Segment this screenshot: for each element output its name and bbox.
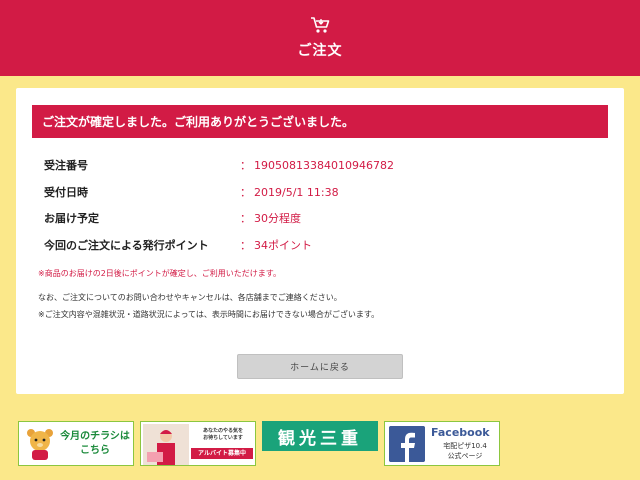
detail-separator: ： [240, 159, 251, 172]
page-title: ご注文 [297, 43, 343, 59]
detail-value: 2019/5/1 11:38 [254, 185, 339, 199]
recruit-label: アルバイト募集中 [191, 448, 253, 459]
detail-label: 今回のご注文による発行ポイント [44, 239, 209, 252]
mascot-icon [27, 429, 53, 460]
cart-icon [311, 17, 330, 33]
facebook-icon [389, 426, 425, 462]
staff-photo [143, 424, 189, 465]
detail-separator: ： [240, 212, 251, 225]
contact-note: なお、ご注文についてのお問い合わせやキャンセルは、各店舗までご連絡ください。 [38, 293, 342, 302]
detail-value: 19050813384010946782 [254, 158, 394, 172]
recruit-tagline: あなたのやる気を お待ちしています [202, 428, 243, 441]
delivery-note: ※ご注文内容や混雑状況・道路状況によっては、表示時間にお届けできない場合がござい… [38, 310, 380, 319]
kanko-text: 観光三重 [278, 428, 362, 449]
recruit-banner[interactable]: あなたのやる気を お待ちしています アルバイト募集中 [140, 421, 256, 466]
detail-value: 30分程度 [254, 212, 301, 225]
detail-label: 受注番号 [44, 159, 88, 172]
facebook-title: Facebook [431, 426, 490, 439]
flyer-text: 今月のチラシは こちら [60, 431, 130, 456]
detail-label: お届け予定 [44, 212, 99, 225]
detail-row-delivery-estimate: お届け予定 ： 30分程度 [44, 211, 564, 225]
detail-row-points: 今回のご注文による発行ポイント ： 34ポイント [44, 238, 564, 252]
detail-separator: ： [240, 186, 251, 199]
detail-separator: ： [240, 239, 251, 252]
facebook-banner[interactable]: Facebook 宅配ピザ10.4 公式ページ [384, 421, 500, 466]
facebook-subtitle: 宅配ピザ10.4 公式ページ [443, 442, 487, 460]
confirmation-banner: ご注文が確定しました。ご利用ありがとうございました。 [32, 105, 608, 138]
detail-row-order-date: 受付日時 ： 2019/5/1 11:38 [44, 185, 564, 200]
home-button[interactable]: ホームに戻る [237, 354, 403, 379]
kanko-mie-banner[interactable]: 観光三重 [262, 421, 378, 451]
detail-label: 受付日時 [44, 186, 88, 199]
detail-value: 34ポイント [254, 239, 312, 252]
flyer-banner[interactable]: 今月のチラシは こちら [18, 421, 134, 466]
points-note: ※商品のお届けの2日後にポイントが確定し、ご利用いただけます。 [38, 269, 281, 278]
header-bar: ご注文 [0, 0, 640, 76]
detail-row-order-number: 受注番号 ： 19050813384010946782 [44, 158, 564, 173]
